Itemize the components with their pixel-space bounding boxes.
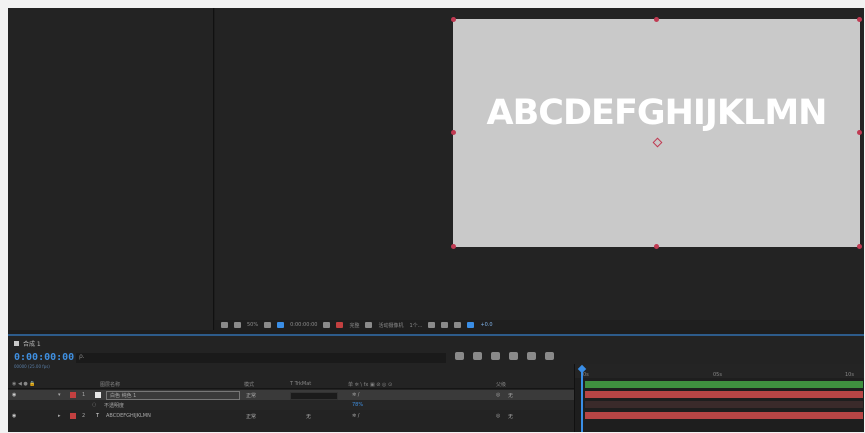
column-parent[interactable]: 父级: [496, 381, 506, 388]
column-layer-name[interactable]: 图层名称: [100, 381, 120, 388]
transparency-grid-icon[interactable]: [365, 322, 373, 328]
flowchart-icon[interactable]: [454, 322, 462, 328]
transform-handle-tl[interactable]: [451, 17, 456, 22]
transform-handle-ml[interactable]: [451, 130, 456, 135]
label-color-swatch[interactable]: [70, 413, 76, 419]
frame-blending-icon[interactable]: [509, 352, 518, 360]
layer-switches[interactable]: ✲ /: [352, 413, 359, 419]
parent-pickwhip-icon[interactable]: ◎: [496, 413, 500, 419]
column-switches[interactable]: 单 ✲ \ fx ▣ ⊘ ◎ ⊙: [348, 381, 392, 388]
composition-icon: [14, 341, 19, 346]
viewer-toolbar: 50% 0:00:00:00 完整 活动摄像机 1个... +0.0: [215, 320, 864, 330]
layer-row-1[interactable]: ◉ ▾ 1 白色 纯色 1 正常 ✲ / ◎ 无: [8, 390, 574, 400]
project-panel: [8, 8, 214, 330]
work-area-bar[interactable]: [585, 381, 863, 388]
transform-handle-bl[interactable]: [451, 244, 456, 249]
frame-info: 00000 (25.00 fps): [14, 364, 50, 369]
transform-handle-tr[interactable]: [857, 17, 862, 22]
snapshot-icon[interactable]: [323, 322, 331, 328]
anchor-point-icon[interactable]: [652, 137, 663, 148]
parent-value[interactable]: 无: [508, 392, 513, 399]
collapse-triangle-icon[interactable]: ▸: [58, 413, 61, 419]
layer-bar-1[interactable]: [585, 391, 863, 398]
eye-icon[interactable]: ◉: [12, 392, 16, 398]
timeline-tab[interactable]: 合成 1: [14, 339, 41, 348]
label-color-swatch[interactable]: [70, 392, 76, 398]
layer-mode[interactable]: 正常: [246, 392, 256, 399]
draft-3d-icon[interactable]: [473, 352, 482, 360]
eye-icon[interactable]: ◉: [12, 413, 16, 419]
exposure-value[interactable]: +0.0: [480, 322, 492, 328]
exposure-icon[interactable]: [467, 322, 475, 328]
composition-canvas[interactable]: ABCDEFGHIJKLMN: [451, 17, 862, 249]
timeline-graph[interactable]: 0s 05s 10s: [574, 364, 864, 432]
camera-dropdown[interactable]: 活动摄像机: [378, 322, 403, 329]
mask-icon[interactable]: [234, 322, 241, 328]
timeline-panel: 合成 1 0:00:00:00 00000 (25.00 fps) ρ. ◉ ◀…: [8, 334, 864, 432]
transform-handle-bc[interactable]: [654, 244, 659, 249]
timeline-tab-label: 合成 1: [23, 341, 41, 348]
layer-search-input[interactable]: ρ.: [76, 353, 446, 363]
color-channel-icon[interactable]: [336, 322, 344, 328]
layer-index: 2: [82, 413, 86, 419]
text-layer-icon: T: [96, 413, 100, 419]
layer-name[interactable]: 白色 纯色 1: [106, 391, 240, 400]
column-mode[interactable]: 模式: [244, 381, 254, 388]
column-trkmat[interactable]: T TrkMat: [290, 381, 311, 387]
trkmat-dropdown[interactable]: [290, 392, 338, 400]
transform-handle-tc[interactable]: [654, 17, 659, 22]
preview-icon[interactable]: [221, 322, 228, 328]
transform-handle-mr[interactable]: [857, 130, 862, 135]
layer-name[interactable]: ABCDEFGHIJKLMN: [106, 413, 151, 419]
viewer-timecode[interactable]: 0:00:00:00: [290, 322, 317, 328]
layer-bar-2[interactable]: [585, 412, 863, 419]
property-name: 不透明度: [104, 403, 125, 409]
parent-pickwhip-icon[interactable]: ◎: [496, 392, 500, 398]
resolution-dropdown[interactable]: 完整: [349, 322, 359, 329]
layer-mode[interactable]: 正常: [246, 413, 256, 420]
property-row-opacity[interactable]: ◌ 不透明度 78%: [8, 400, 574, 410]
parent-value[interactable]: 无: [508, 413, 513, 420]
timeline-tools: [455, 352, 554, 360]
timeline-icon[interactable]: [441, 322, 449, 328]
region-icon[interactable]: [277, 322, 285, 328]
current-time-display[interactable]: 0:00:00:00: [14, 352, 74, 363]
composition-viewer[interactable]: ABCDEFGHIJKLMN: [215, 8, 864, 320]
current-time-line: [581, 370, 583, 432]
layer-index: 1: [82, 392, 86, 398]
graph-editor-icon[interactable]: [545, 352, 554, 360]
layer-row-2[interactable]: ◉ ▸ 2 T ABCDEFGHIJKLMN 正常 无 ✲ / ◎ 无: [8, 411, 574, 421]
av-switches-icon: ◉ ◀ ● 🔒: [12, 381, 36, 387]
layer-column-headers: ◉ ◀ ● 🔒 图层名称 模式 T TrkMat 单 ✲ \ fx ▣ ⊘ ◎ …: [8, 380, 574, 389]
stopwatch-icon[interactable]: ◌: [92, 402, 96, 408]
after-effects-window: ABCDEFGHIJKLMN 50% 0:00:00:00 完整 活动摄像机 1…: [8, 8, 864, 432]
shy-layers-icon[interactable]: [491, 352, 500, 360]
zoom-dropdown[interactable]: 50%: [247, 322, 258, 328]
layer-switches[interactable]: ✲ /: [352, 392, 359, 398]
views-dropdown[interactable]: 1个...: [409, 322, 422, 329]
transform-handle-br[interactable]: [857, 244, 862, 249]
grid-icon[interactable]: [264, 322, 272, 328]
text-layer-preview[interactable]: ABCDEFGHIJKLMN: [453, 93, 860, 133]
ruler-label-10: 10s: [845, 372, 854, 378]
motion-blur-icon[interactable]: [527, 352, 536, 360]
property-bar-opacity: [585, 401, 863, 408]
opacity-value[interactable]: 78%: [352, 402, 363, 408]
comp-flowchart-icon[interactable]: [455, 352, 464, 360]
ruler-label-0: 0s: [583, 372, 589, 378]
ruler-label-5: 05s: [713, 372, 722, 378]
trkmat-value[interactable]: 无: [306, 413, 311, 420]
solid-layer-icon: [95, 392, 101, 398]
time-ruler[interactable]: 0s 05s 10s: [575, 364, 864, 378]
fast-previews-icon[interactable]: [428, 322, 436, 328]
expand-triangle-icon[interactable]: ▾: [58, 392, 61, 398]
